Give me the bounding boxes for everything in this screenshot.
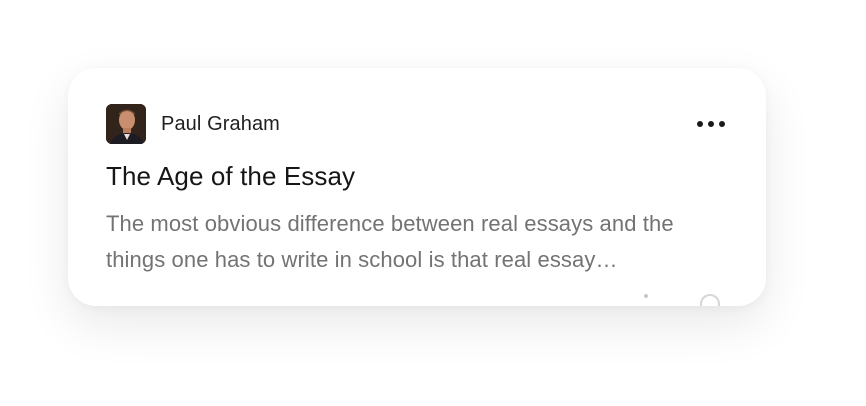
card-header: Paul Graham (106, 104, 730, 144)
partial-circle-icon (700, 294, 720, 306)
more-horizontal-icon (719, 121, 725, 127)
card-footer-partial (628, 294, 748, 306)
stage: Paul Graham The Age of the Essay The mos… (0, 0, 866, 406)
author-name[interactable]: Paul Graham (161, 113, 280, 136)
more-horizontal-icon (697, 121, 703, 127)
more-options-button[interactable] (692, 109, 730, 139)
essay-excerpt: The most obvious difference between real… (106, 211, 674, 272)
avatar-photo-icon (106, 104, 146, 144)
more-horizontal-icon (708, 121, 714, 127)
essay-title[interactable]: The Age of the Essay (106, 161, 355, 192)
avatar[interactable] (106, 104, 146, 144)
partial-icon (644, 294, 648, 298)
essay-card[interactable]: Paul Graham The Age of the Essay The mos… (68, 68, 766, 306)
